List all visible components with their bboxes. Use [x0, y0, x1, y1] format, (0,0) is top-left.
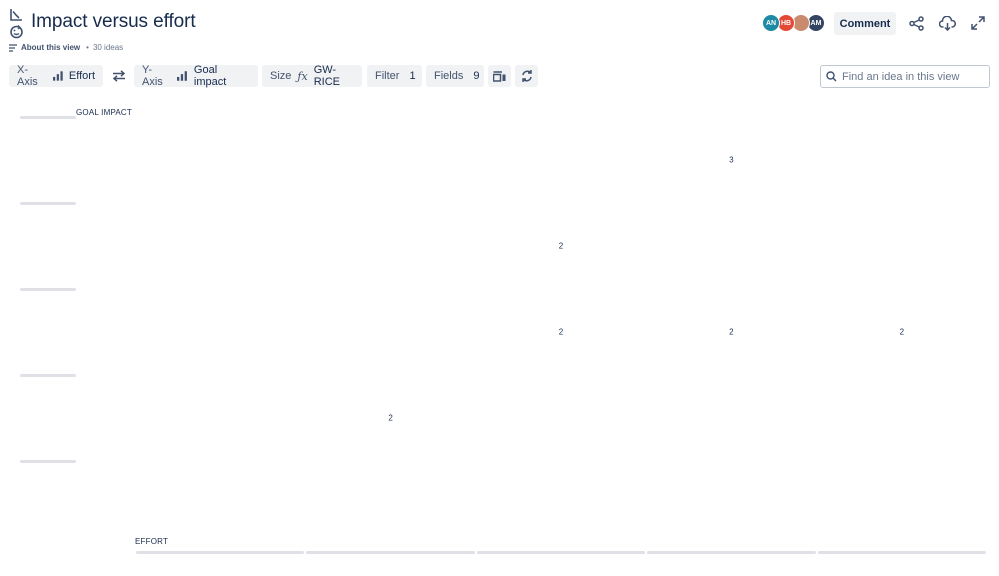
refresh-emoji-icon[interactable] [9, 24, 24, 39]
auto-arrange-button[interactable] [515, 65, 538, 87]
x-axis-value: Effort [68, 70, 95, 82]
export-button[interactable] [938, 14, 956, 32]
cell-idea-count[interactable]: 2 [900, 328, 904, 337]
y-row-marker [20, 288, 76, 291]
search-field[interactable] [820, 65, 990, 88]
search-icon [826, 71, 837, 82]
card-layout-icon [493, 70, 506, 82]
impact-effort-matrix: GOAL IMPACT EFFORT 3 2 2 2 2 2 [0, 100, 999, 570]
cloud-download-icon [938, 15, 956, 31]
y-row-marker [20, 374, 76, 377]
filter-count: 1 [409, 70, 416, 82]
chart-view-icon [10, 9, 22, 21]
bar-chart-icon [52, 71, 63, 81]
about-this-view-link[interactable]: About this view [9, 43, 80, 52]
description-icon [9, 43, 17, 52]
filter-label: Filter [375, 70, 400, 82]
filter-button[interactable]: Filter 1 [367, 65, 422, 87]
y-axis-value: Goal impact [193, 64, 227, 88]
x-column-marker [817, 551, 986, 554]
cell-idea-count[interactable]: 3 [729, 156, 733, 165]
x-column-marker [136, 551, 305, 554]
separator-dot: • [86, 43, 89, 52]
page-title: Impact versus effort [31, 11, 196, 32]
cell-idea-count[interactable]: 2 [388, 414, 392, 423]
x-column-marker [476, 551, 646, 554]
fullscreen-button[interactable] [969, 14, 987, 32]
y-row-marker [20, 460, 76, 463]
share-icon [908, 15, 924, 31]
cell-idea-count[interactable]: 2 [559, 328, 563, 337]
viewer-avatars[interactable]: AN HB AM [762, 14, 825, 32]
avatar[interactable]: AN [762, 14, 780, 32]
x-axis-label: X-Axis [17, 64, 38, 88]
view-icons [9, 8, 27, 39]
y-axis-title: GOAL IMPACT [76, 108, 132, 117]
x-axis-selector[interactable]: X-Axis Effort [9, 64, 103, 88]
fields-button[interactable]: Fields 9 [426, 65, 484, 87]
comment-button[interactable]: Comment [834, 12, 896, 35]
formula-icon: ƒx [297, 69, 308, 83]
swap-axes-button[interactable] [107, 65, 130, 87]
size-label: Size [270, 70, 292, 82]
fields-count: 9 [473, 70, 480, 82]
bar-chart-icon [177, 71, 188, 81]
ideas-count: 30 ideas [92, 43, 124, 52]
y-row-marker [20, 116, 76, 119]
size-selector[interactable]: Size ƒx GW-RICE [262, 64, 362, 88]
cell-idea-count[interactable]: 2 [729, 328, 733, 337]
x-column-marker [647, 551, 816, 554]
x-axis-title: EFFORT [135, 537, 169, 546]
about-this-view-label: About this view [21, 43, 81, 52]
y-axis-label: Y-Axis [142, 64, 163, 88]
swap-icon [112, 70, 125, 82]
x-column-marker [306, 551, 475, 554]
cell-idea-count[interactable]: 2 [559, 242, 563, 251]
search-input[interactable] [842, 70, 982, 83]
y-axis-selector[interactable]: Y-Axis Goal impact [134, 64, 258, 88]
view-subline: About this view • 30 ideas [9, 43, 123, 52]
fields-label: Fields [434, 70, 464, 82]
expand-icon [971, 16, 985, 30]
sync-icon [521, 70, 532, 82]
y-row-marker [20, 202, 76, 205]
share-button[interactable] [907, 14, 925, 32]
size-value: GW-RICE [313, 64, 340, 88]
card-layout-button[interactable] [488, 65, 511, 87]
